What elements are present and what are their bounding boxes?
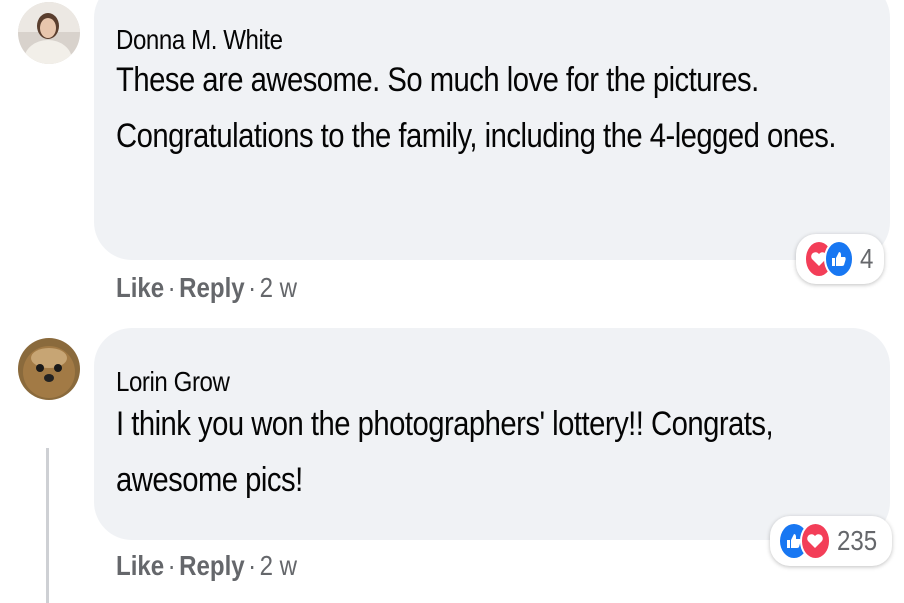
comment-bubble: Donna M. White These are awesome. So muc… bbox=[94, 0, 890, 260]
separator: · bbox=[248, 550, 257, 581]
avatar[interactable] bbox=[18, 2, 80, 64]
reaction-summary[interactable]: 4 bbox=[796, 234, 884, 284]
comment-author[interactable]: Lorin Grow bbox=[116, 366, 230, 398]
reaction-summary[interactable]: 235 bbox=[770, 516, 892, 566]
comment-timestamp[interactable]: 2 w bbox=[260, 272, 297, 303]
reply-button[interactable]: Reply bbox=[179, 550, 245, 581]
like-button[interactable]: Like bbox=[116, 272, 164, 303]
reply-button[interactable]: Reply bbox=[179, 272, 245, 303]
avatar[interactable] bbox=[18, 338, 80, 400]
comment-bubble: Lorin Grow I think you won the photograp… bbox=[94, 328, 890, 540]
like-button[interactable]: Like bbox=[116, 550, 164, 581]
reaction-count: 235 bbox=[837, 525, 878, 556]
comment-actions: Like · Reply · 2 w bbox=[116, 550, 297, 582]
separator: · bbox=[248, 272, 257, 303]
comment: Donna M. White These are awesome. So muc… bbox=[0, 0, 904, 320]
separator: · bbox=[167, 272, 176, 303]
comment-actions: Like · Reply · 2 w bbox=[116, 272, 297, 304]
comment-timestamp[interactable]: 2 w bbox=[260, 550, 297, 581]
reaction-count: 4 bbox=[860, 243, 874, 274]
comment-text: These are awesome. So much love for the … bbox=[116, 61, 836, 155]
comment-text: I think you won the photographers' lotte… bbox=[116, 405, 774, 499]
comment: Lorin Grow I think you won the photograp… bbox=[0, 322, 904, 603]
like-icon bbox=[824, 240, 855, 278]
separator: · bbox=[167, 550, 176, 581]
heart-icon bbox=[799, 522, 832, 560]
